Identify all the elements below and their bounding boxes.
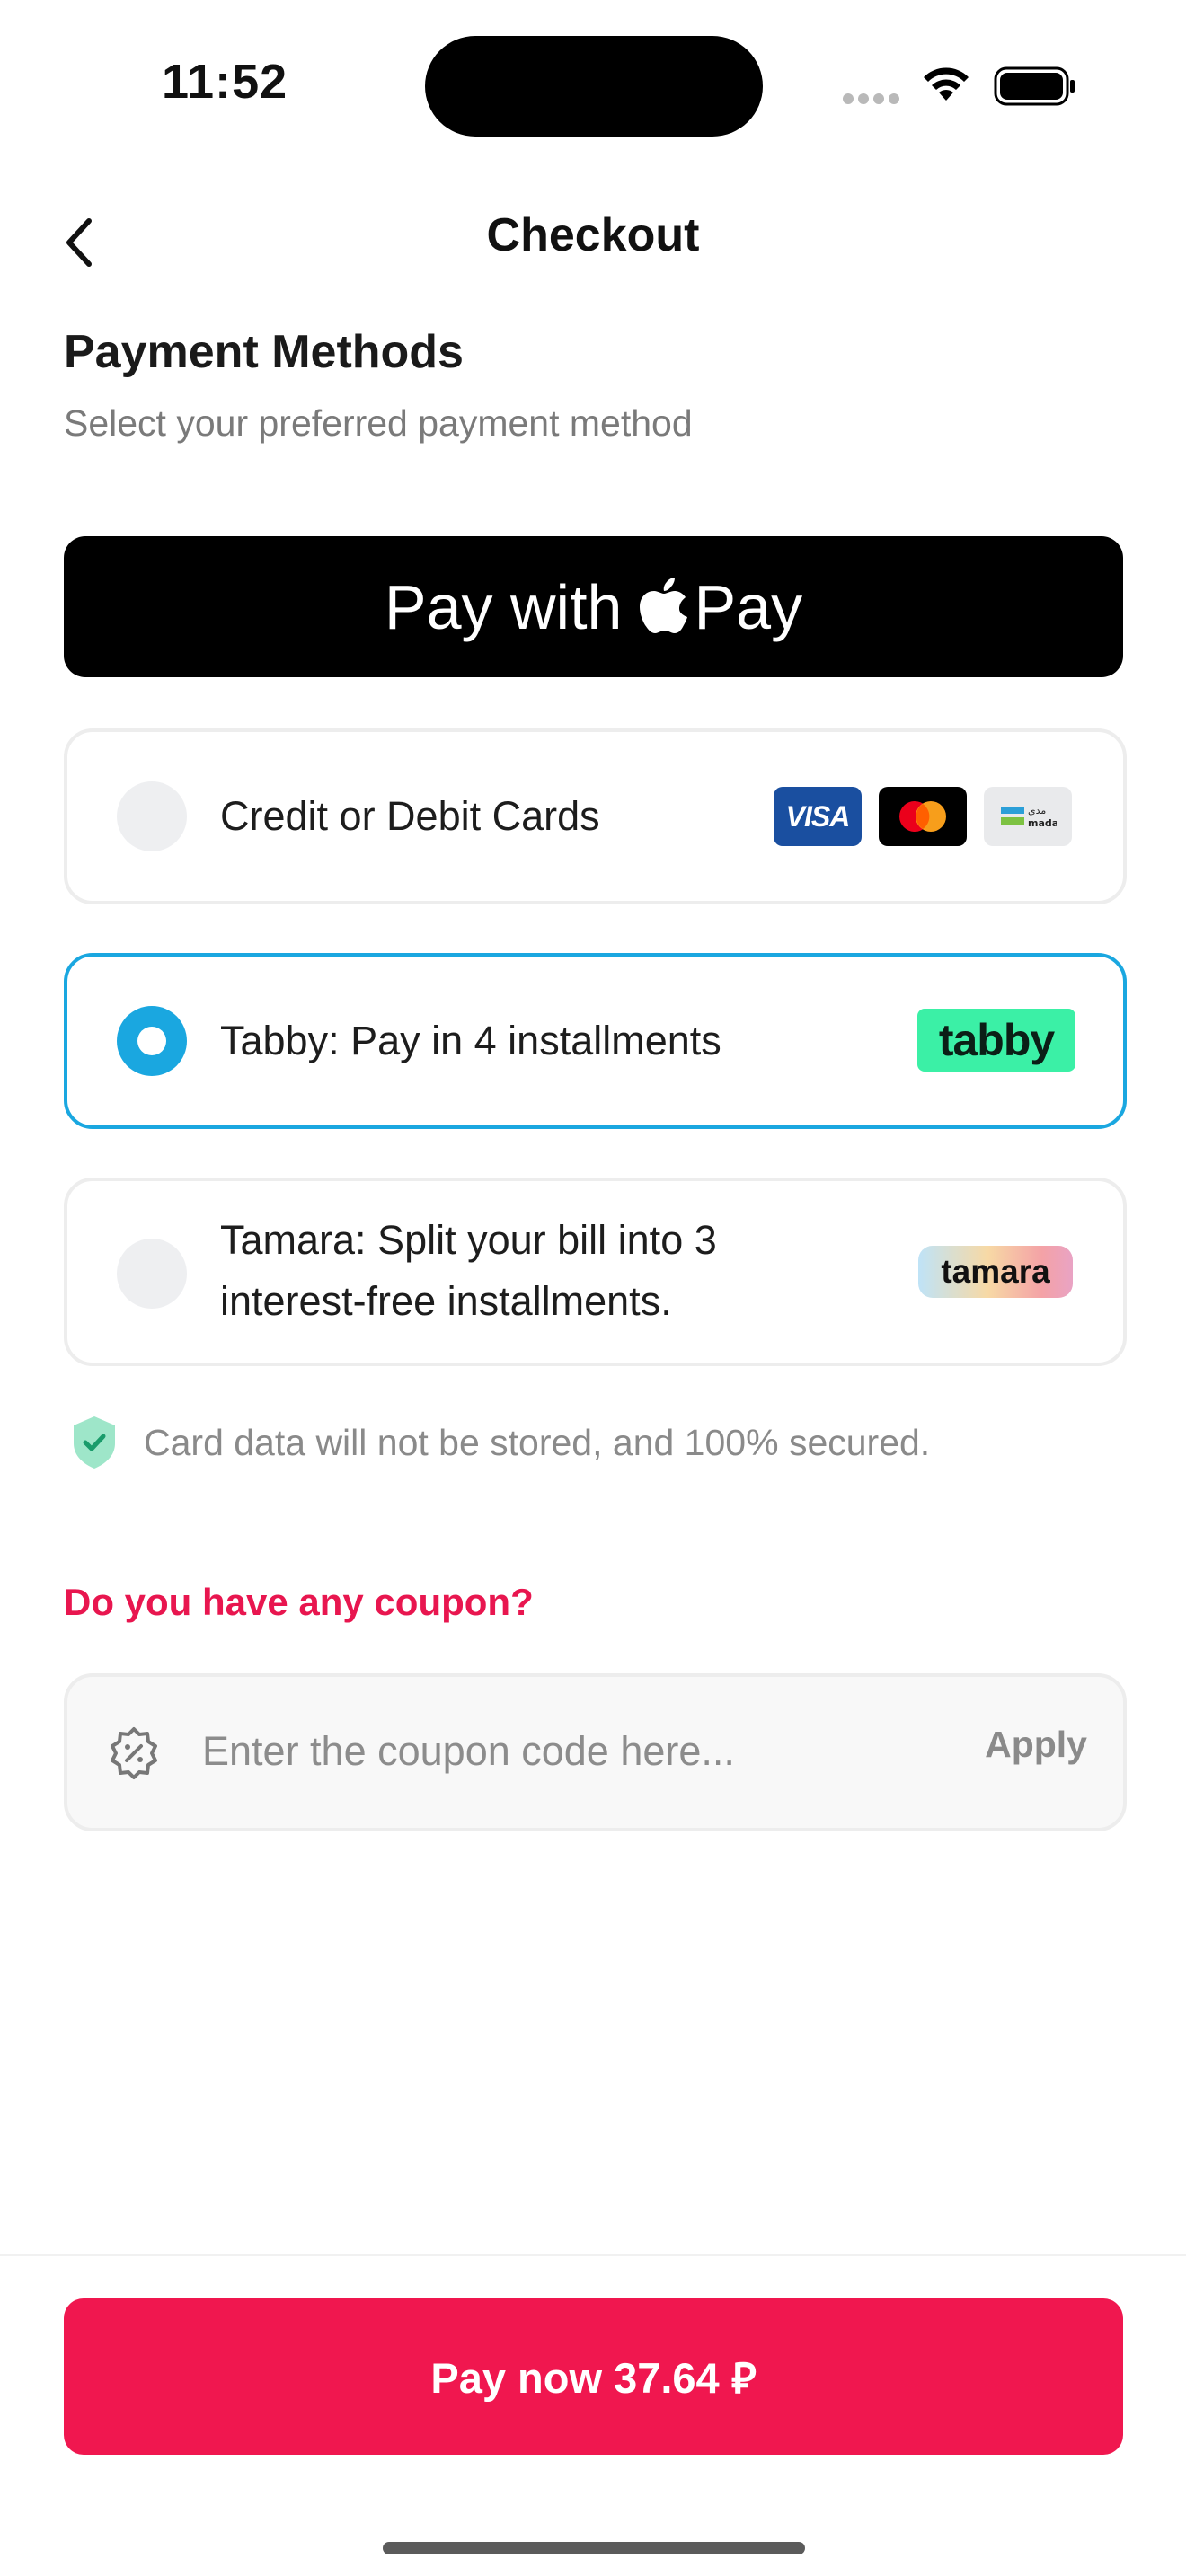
apply-coupon-button[interactable]: Apply <box>985 1724 1087 1766</box>
secure-note-text: Card data will not be stored, and 100% s… <box>144 1421 931 1463</box>
coupon-input[interactable] <box>200 1716 941 1786</box>
bottom-divider <box>0 2254 1186 2256</box>
cellular-signal-icon <box>843 93 904 109</box>
discount-badge-icon <box>111 1727 157 1779</box>
radio-tamara[interactable] <box>117 1239 187 1309</box>
apple-pay-prefix: Pay with <box>384 571 623 642</box>
coupon-question: Do you have any coupon? <box>64 1581 534 1623</box>
tamara-logo: tamara <box>918 1246 1073 1298</box>
svg-text:مدى: مدى <box>1028 805 1046 816</box>
payment-option-cards-label: Credit or Debit Cards <box>220 793 600 839</box>
battery-icon <box>994 66 1076 110</box>
apple-pay-brand: Pay <box>694 571 803 642</box>
payment-option-tamara-label: Tamara: Split your bill into 3 interest-… <box>220 1210 717 1332</box>
dynamic-island <box>425 36 763 137</box>
page-title: Checkout <box>486 209 700 261</box>
home-indicator <box>383 2542 805 2554</box>
radio-cards[interactable] <box>117 781 187 851</box>
payment-option-tabby-label: Tabby: Pay in 4 installments <box>220 1018 721 1063</box>
payment-option-tamara[interactable]: Tamara: Split your bill into 3 interest-… <box>64 1178 1127 1366</box>
payment-option-tabby[interactable]: Tabby: Pay in 4 installments tabby <box>64 953 1127 1129</box>
payment-methods-title: Payment Methods <box>64 326 464 378</box>
apple-pay-button[interactable]: Pay with Pay <box>64 536 1123 677</box>
secure-note: Card data will not be stored, and 100% s… <box>70 1415 930 1470</box>
pay-now-button[interactable]: Pay now 37.64 ⃁ <box>64 2298 1123 2455</box>
wifi-icon <box>920 65 972 109</box>
svg-text:mada: mada <box>1028 817 1057 829</box>
tabby-logo: tabby <box>917 1009 1075 1072</box>
status-time: 11:52 <box>162 55 288 109</box>
apple-logo-icon <box>638 577 688 637</box>
tamara-label-line2: interest-free installments. <box>220 1278 672 1324</box>
payment-methods-subtitle: Select your preferred payment method <box>64 402 693 444</box>
radio-tabby[interactable] <box>117 1006 187 1076</box>
mastercard-logo <box>879 787 967 846</box>
visa-logo: VISA <box>774 787 862 846</box>
payment-option-cards[interactable]: Credit or Debit Cards VISA مدى mada <box>64 728 1127 904</box>
mada-logo: مدى mada <box>984 787 1072 846</box>
tamara-label-line1: Tamara: Split your bill into 3 <box>220 1217 717 1263</box>
coupon-field[interactable]: Apply <box>64 1673 1127 1831</box>
shield-check-icon <box>74 1416 115 1469</box>
